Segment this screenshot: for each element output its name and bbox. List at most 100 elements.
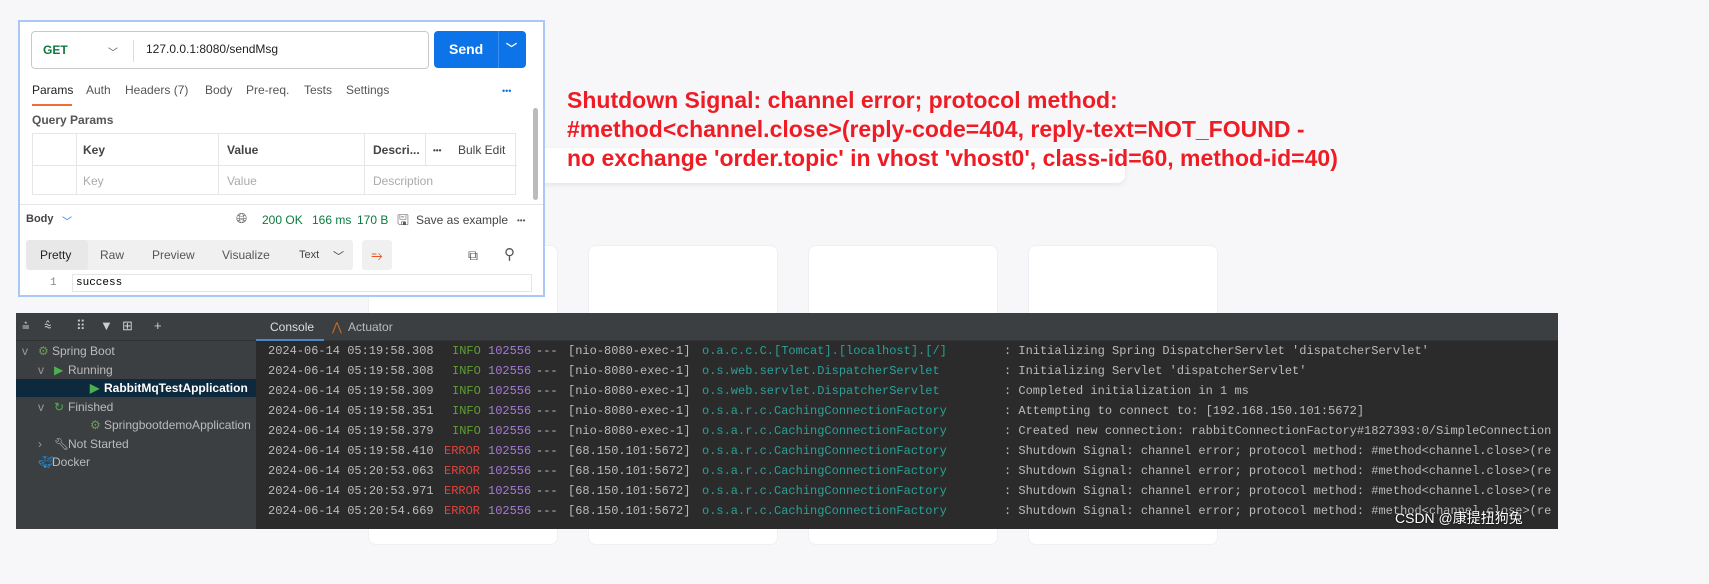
- format-value: Text: [299, 249, 320, 261]
- query-params-title: Query Params: [32, 113, 114, 127]
- actuator-icon[interactable]: ⋀: [332, 320, 342, 334]
- tab-auth[interactable]: Auth: [86, 83, 111, 97]
- key-input[interactable]: Key: [83, 174, 104, 188]
- response-body-label[interactable]: Body: [26, 213, 54, 225]
- log-timestamp: 2024-06-14 05:19:58.308: [268, 344, 434, 358]
- send-button[interactable]: Send ﹀: [434, 31, 526, 68]
- tree-item[interactable]: v ▶ Running: [16, 361, 256, 379]
- chevron-down-icon[interactable]: ﹀: [62, 213, 72, 228]
- log-pid: 102556: [488, 424, 532, 438]
- log-logger[interactable]: o.s.a.r.c.CachingConnectionFactory: [702, 424, 947, 438]
- spring-boot-icon: ⚙: [90, 418, 101, 432]
- chevron-icon[interactable]: ›: [38, 435, 42, 453]
- filter-icon[interactable]: ▼: [100, 318, 113, 333]
- log-pid: 102556: [488, 364, 532, 378]
- search-icon[interactable]: ⚲: [504, 245, 515, 263]
- chevron-icon[interactable]: v: [38, 361, 44, 379]
- console-output[interactable]: 2024-06-14 05:19:58.308 INFO 102556 --- …: [256, 341, 1558, 529]
- chevron-icon[interactable]: v: [38, 398, 44, 416]
- response-size: 170 B: [357, 213, 389, 227]
- tab-params[interactable]: Params: [32, 83, 73, 97]
- annotation-line: #method<channel.close>(reply-code=404, r…: [567, 116, 1305, 142]
- response-body: success: [76, 277, 123, 289]
- collapse-all-icon[interactable]: ⩯: [44, 318, 52, 334]
- log-logger[interactable]: o.s.web.servlet.DispatcherServlet: [702, 384, 940, 398]
- group-icon[interactable]: ⠿: [76, 318, 86, 334]
- tree-item[interactable]: v ↻ Finished: [16, 398, 256, 416]
- log-thread: [68.150.101:5672]: [568, 484, 691, 498]
- tab-preview[interactable]: Preview: [152, 248, 195, 262]
- globe-icon[interactable]: 🌐︎: [236, 210, 247, 227]
- log-timestamp: 2024-06-14 05:19:58.410: [268, 444, 434, 458]
- response-time: 166 ms: [312, 213, 352, 227]
- expand-all-icon[interactable]: ⩮: [22, 318, 30, 334]
- tab-prereq[interactable]: Pre-req.: [246, 83, 289, 97]
- request-bar: GET ﹀ 127.0.0.1:8080/sendMsg: [31, 31, 429, 69]
- log-pid: 102556: [488, 384, 532, 398]
- tab-visualize[interactable]: Visualize: [222, 248, 270, 262]
- log-timestamp: 2024-06-14 05:20:54.669: [268, 504, 434, 518]
- log-thread: [nio-8080-exec-1]: [568, 344, 691, 358]
- tab-actuator[interactable]: Actuator: [348, 320, 393, 334]
- log-separator: ---: [536, 464, 558, 478]
- log-pid: 102556: [488, 464, 532, 478]
- save-as-example-button[interactable]: Save as example: [416, 213, 508, 227]
- tab-settings[interactable]: Settings: [346, 83, 389, 97]
- log-pid: 102556: [488, 504, 532, 518]
- wrap-lines-icon[interactable]: ⥱: [362, 240, 392, 270]
- view-tabs: Pretty Raw Preview Visualize: [26, 240, 306, 270]
- format-select[interactable]: Text ﹀: [289, 240, 353, 270]
- more-icon[interactable]: •••: [433, 146, 441, 155]
- method-select[interactable]: GET: [43, 43, 68, 57]
- params-table: Key Value Descri... ••• Bulk Edit Key Va…: [32, 133, 517, 195]
- description-input[interactable]: Description: [373, 174, 433, 188]
- more-icon[interactable]: •••: [502, 86, 511, 96]
- log-level: ERROR: [444, 504, 481, 518]
- tab-body[interactable]: Body: [205, 83, 232, 97]
- tree-item-label: SpringbootdemoApplication: [104, 418, 251, 432]
- chevron-down-icon[interactable]: ﹀: [108, 44, 118, 59]
- save-icon[interactable]: 🖫: [397, 210, 409, 234]
- tree-item[interactable]: ⚙ SpringbootdemoApplication: [16, 416, 256, 434]
- log-separator: ---: [536, 484, 558, 498]
- log-logger[interactable]: o.s.a.r.c.CachingConnectionFactory: [702, 404, 947, 418]
- chevron-icon[interactable]: v: [22, 342, 28, 360]
- log-logger[interactable]: o.s.web.servlet.DispatcherServlet: [702, 364, 940, 378]
- services-tree: ⩮ ⩯ ⠿ ▼ ⊞ + v ⚙ Spring Boot v ▶ Running ▶ Rabbi…: [16, 313, 256, 529]
- log-thread: [68.150.101:5672]: [568, 464, 691, 478]
- url-input[interactable]: 127.0.0.1:8080/sendMsg: [146, 42, 278, 56]
- log-separator: ---: [536, 364, 558, 378]
- tree-item[interactable]: › 🔧︎ Not Started: [16, 435, 256, 453]
- tree-item[interactable]: ▶ RabbitMqTestApplication: [16, 379, 256, 397]
- new-tab-icon[interactable]: ⊞: [122, 318, 133, 334]
- tab-pretty[interactable]: Pretty: [40, 248, 71, 262]
- col-value: Value: [227, 143, 259, 157]
- log-logger[interactable]: o.s.a.r.c.CachingConnectionFactory: [702, 464, 947, 478]
- chevron-down-icon[interactable]: ﹀: [506, 40, 517, 56]
- scrollbar[interactable]: [533, 108, 538, 200]
- log-level: INFO: [452, 344, 481, 358]
- tree-toolbar: ⩮ ⩯ ⠿ ▼ ⊞ +: [16, 313, 256, 341]
- log-logger[interactable]: o.s.a.r.c.CachingConnectionFactory: [702, 504, 947, 518]
- log-thread: [68.150.101:5672]: [568, 504, 691, 518]
- tab-console[interactable]: Console: [270, 320, 314, 334]
- log-timestamp: 2024-06-14 05:19:58.309: [268, 384, 434, 398]
- copy-icon[interactable]: ⧉: [468, 247, 478, 264]
- tab-tests[interactable]: Tests: [304, 83, 332, 97]
- tab-raw[interactable]: Raw: [100, 248, 124, 262]
- log-logger[interactable]: o.s.a.r.c.CachingConnectionFactory: [702, 444, 947, 458]
- log-line: 2024-06-14 05:20:53.063 ERROR 102556 ---…: [256, 461, 1558, 481]
- tree-item[interactable]: v ⚙ Spring Boot: [16, 342, 256, 360]
- bulk-edit-link[interactable]: Bulk Edit: [458, 143, 505, 157]
- log-logger[interactable]: o.a.c.c.C.[Tomcat].[localhost].[/]: [702, 344, 947, 358]
- log-logger[interactable]: o.s.a.r.c.CachingConnectionFactory: [702, 484, 947, 498]
- more-icon[interactable]: •••: [517, 216, 525, 225]
- log-thread: [nio-8080-exec-1]: [568, 424, 691, 438]
- value-input[interactable]: Value: [227, 174, 257, 188]
- log-thread: [nio-8080-exec-1]: [568, 364, 691, 378]
- log-line: 2024-06-14 05:19:58.308 INFO 102556 --- …: [256, 361, 1558, 381]
- add-icon[interactable]: +: [154, 318, 162, 333]
- tree-item[interactable]: 🐳︎ Docker: [16, 453, 256, 471]
- tab-headers[interactable]: Headers (7): [125, 83, 188, 97]
- log-message: : Shutdown Signal: channel error; protoc…: [1004, 484, 1552, 498]
